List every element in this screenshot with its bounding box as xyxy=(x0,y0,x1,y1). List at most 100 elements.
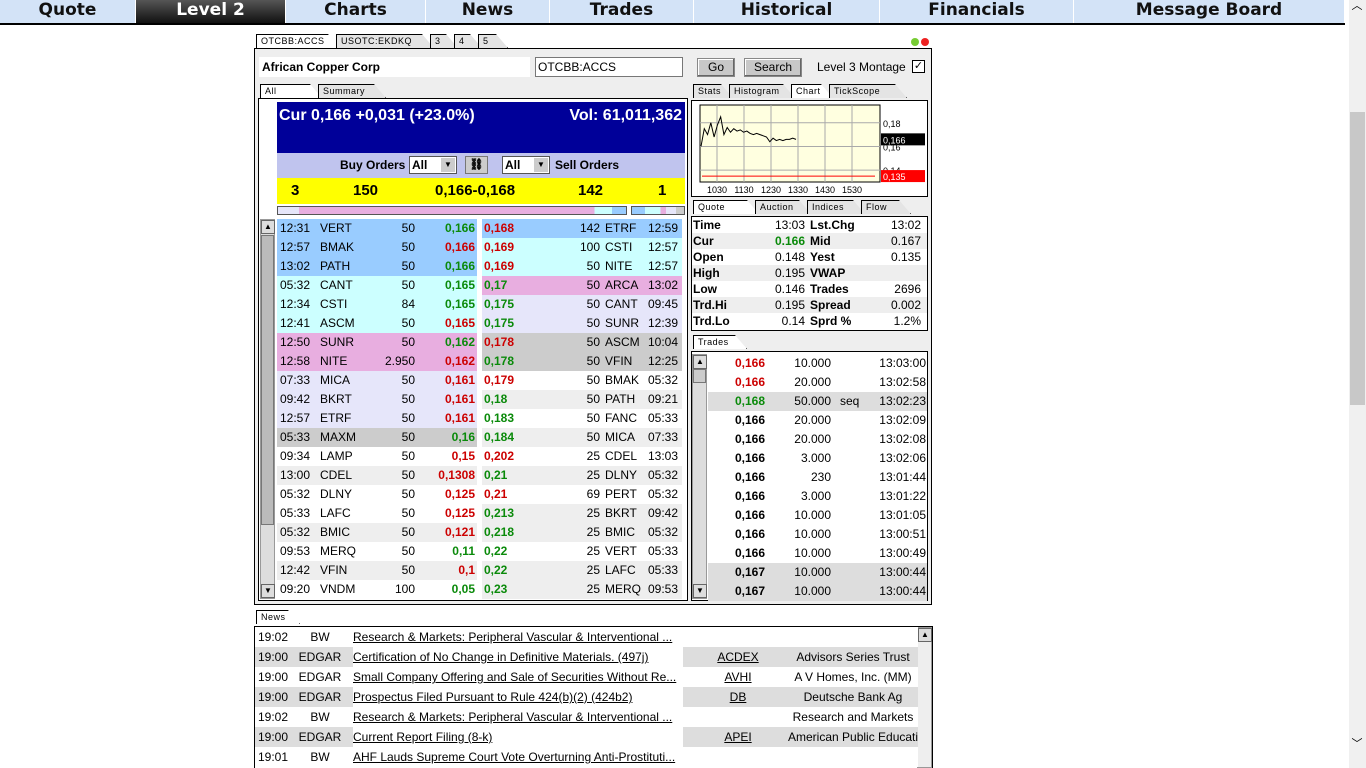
tab-tickscope[interactable]: TickScope xyxy=(829,84,907,98)
sell-order-row[interactable]: 0,202 25 CDEL 13:03 xyxy=(482,447,682,466)
news-headline-link[interactable]: Certification of No Change in Definitive… xyxy=(353,647,683,667)
news-row[interactable]: 19:02 BW Research & Markets: Peripheral … xyxy=(255,707,918,727)
buy-order-row[interactable]: 05:32 DLNY 50 0,125 xyxy=(277,485,477,504)
news-symbol-link[interactable]: APEI xyxy=(695,727,781,747)
buy-order-row[interactable]: 09:42 BKRT 50 0,161 xyxy=(277,390,477,409)
buy-order-row[interactable]: 09:34 LAMP 50 0,15 xyxy=(277,447,477,466)
sell-order-row[interactable]: 0,184 50 MICA 07:33 xyxy=(482,428,682,447)
buy-order-row[interactable]: 05:32 BMIC 50 0,121 xyxy=(277,523,477,542)
nav-tab-charts[interactable]: Charts xyxy=(286,0,426,23)
sell-order-row[interactable]: 0,169 100 CSTI 12:57 xyxy=(482,238,682,257)
level3-montage-checkbox[interactable]: ✓ xyxy=(912,60,925,73)
symbol-input[interactable] xyxy=(535,57,683,77)
chevron-down-icon[interactable]: ▼ xyxy=(441,158,455,172)
trades-scrollbar[interactable]: ▲ ▼ xyxy=(692,354,707,599)
buy-order-row[interactable]: 12:57 ETRF 50 0,161 xyxy=(277,409,477,428)
tab-4[interactable]: 4 xyxy=(454,34,482,48)
nav-tab-trades[interactable]: Trades xyxy=(550,0,694,23)
news-row[interactable]: 19:01 BW AHF Lauds Supreme Court Vote Ov… xyxy=(255,747,918,767)
sell-order-row[interactable]: 0,22 25 VERT 05:33 xyxy=(482,542,682,561)
page-scrollbar-thumb[interactable] xyxy=(1350,112,1365,405)
news-symbol-link[interactable]: ACDEX xyxy=(695,647,781,667)
news-row[interactable]: 19:02 BW Research & Markets: Peripheral … xyxy=(255,627,918,647)
news-headline-link[interactable]: Small Company Offering and Sale of Secur… xyxy=(353,667,683,687)
tab-otcbb-accs[interactable]: OTCBB:ACCS xyxy=(256,34,340,48)
sell-order-row[interactable]: 0,218 25 BMIC 05:32 xyxy=(482,523,682,542)
scroll-up-icon[interactable]: ︿ xyxy=(1350,0,1364,14)
link-icon[interactable]: ⛓ xyxy=(465,156,488,174)
tab-news[interactable]: News xyxy=(256,610,300,624)
news-headline-link[interactable]: Research & Markets: Peripheral Vascular … xyxy=(353,627,683,647)
buy-order-row[interactable]: 12:41 ASCM 50 0,165 xyxy=(277,314,477,333)
sell-order-row[interactable]: 0,18 50 PATH 09:21 xyxy=(482,390,682,409)
news-headline-link[interactable]: Prospectus Filed Pursuant to Rule 424(b)… xyxy=(353,687,683,707)
buy-order-row[interactable]: 13:02 PATH 50 0,166 xyxy=(277,257,477,276)
scroll-down-icon[interactable]: ﹀ xyxy=(1350,738,1364,752)
nav-tab-financials[interactable]: Financials xyxy=(880,0,1074,23)
sell-order-row[interactable]: 0,22 25 LAFC 05:33 xyxy=(482,561,682,580)
tab-5[interactable]: 5 xyxy=(478,34,508,48)
sell-order-row[interactable]: 0,178 50 VFIN 12:25 xyxy=(482,352,682,371)
buy-order-row[interactable]: 07:33 MICA 50 0,161 xyxy=(277,371,477,390)
sell-order-row[interactable]: 0,213 25 BKRT 09:42 xyxy=(482,504,682,523)
nav-tab-level-2[interactable]: Level 2 xyxy=(136,0,286,23)
sell-order-row[interactable]: 0,17 50 ARCA 13:02 xyxy=(482,276,682,295)
news-scrollbar[interactable]: ▲ xyxy=(917,627,932,768)
nav-tab-news[interactable]: News xyxy=(426,0,550,23)
nav-tab-message-board[interactable]: Message Board xyxy=(1074,0,1345,23)
buy-order-row[interactable]: 12:57 BMAK 50 0,166 xyxy=(277,238,477,257)
sell-order-row[interactable]: 0,21 69 PERT 05:32 xyxy=(482,485,682,504)
buy-order-row[interactable]: 12:34 CSTI 84 0,165 xyxy=(277,295,477,314)
nav-tab-quote[interactable]: Quote xyxy=(0,0,136,23)
market-maker: SUNR xyxy=(320,335,355,349)
order-book-scrollbar[interactable]: ▲ ▼ xyxy=(260,219,275,599)
sell-order-row[interactable]: 0,183 50 FANC 05:33 xyxy=(482,409,682,428)
sell-order-row[interactable]: 0,21 25 DLNY 05:32 xyxy=(482,466,682,485)
news-row[interactable]: 19:00 EDGAR Prospectus Filed Pursuant to… xyxy=(255,687,918,707)
order-size: 50 xyxy=(401,316,415,330)
sell-filter-select[interactable]: All ▼ xyxy=(502,156,550,174)
scroll-down-icon[interactable]: ▼ xyxy=(693,584,707,598)
close-red-icon[interactable] xyxy=(921,38,929,46)
buy-filter-select[interactable]: All ▼ xyxy=(409,156,457,174)
news-row[interactable]: 19:00 EDGAR Current Report Filing (8-k) … xyxy=(255,727,918,747)
sell-order-row[interactable]: 0,169 50 NITE 12:57 xyxy=(482,257,682,276)
page-scrollbar[interactable]: ︿ ﹀ xyxy=(1349,0,1366,768)
news-symbol-link[interactable]: DB xyxy=(695,687,781,707)
buy-order-row[interactable]: 05:33 LAFC 50 0,125 xyxy=(277,504,477,523)
news-row[interactable]: 19:00 EDGAR Small Company Offering and S… xyxy=(255,667,918,687)
buy-order-row[interactable]: 12:42 VFIN 50 0,1 xyxy=(277,561,477,580)
tab-3[interactable]: 3 xyxy=(430,34,458,48)
buy-order-row[interactable]: 13:00 CDEL 50 0,1308 xyxy=(277,466,477,485)
sell-order-row[interactable]: 0,179 50 BMAK 05:32 xyxy=(482,371,682,390)
sell-order-row[interactable]: 0,23 25 MERQ 09:53 xyxy=(482,580,682,599)
news-headline-link[interactable]: Research & Markets: Peripheral Vascular … xyxy=(353,707,683,727)
scroll-up-icon[interactable]: ▲ xyxy=(918,628,932,642)
tab-usotc-ekdkq[interactable]: USOTC:EKDKQ xyxy=(336,34,434,48)
sell-order-row[interactable]: 0,168 142 ETRF 12:59 xyxy=(482,219,682,238)
news-headline-link[interactable]: AHF Lauds Supreme Court Vote Overturning… xyxy=(353,747,683,767)
buy-order-row[interactable]: 09:53 MERQ 50 0,11 xyxy=(277,542,477,561)
sell-order-row[interactable]: 0,175 50 CANT 09:45 xyxy=(482,295,682,314)
scrollbar-thumb[interactable] xyxy=(693,369,706,383)
chevron-down-icon[interactable]: ▼ xyxy=(534,158,548,172)
buy-order-row[interactable]: 12:58 NITE 2.950 0,162 xyxy=(277,352,477,371)
search-button[interactable]: Search xyxy=(744,58,802,77)
scrollbar-thumb[interactable] xyxy=(261,235,274,525)
nav-tab-historical[interactable]: Historical xyxy=(694,0,880,23)
scroll-up-icon[interactable]: ▲ xyxy=(261,220,275,234)
buy-order-row[interactable]: 12:50 SUNR 50 0,162 xyxy=(277,333,477,352)
scroll-down-icon[interactable]: ▼ xyxy=(261,584,275,598)
sell-order-row[interactable]: 0,175 50 SUNR 12:39 xyxy=(482,314,682,333)
buy-order-row[interactable]: 05:33 MAXM 50 0,16 xyxy=(277,428,477,447)
buy-order-row[interactable]: 12:31 VERT 50 0,166 xyxy=(277,219,477,238)
go-button[interactable]: Go xyxy=(697,58,735,77)
scroll-up-icon[interactable]: ▲ xyxy=(693,355,707,369)
news-symbol-link[interactable]: AVHI xyxy=(695,667,781,687)
news-headline-link[interactable]: Current Report Filing (8-k) xyxy=(353,727,683,747)
buy-order-row[interactable]: 09:20 VNDM 100 0,05 xyxy=(277,580,477,599)
tab-summary[interactable]: Summary xyxy=(318,84,386,98)
buy-order-row[interactable]: 05:32 CANT 50 0,165 xyxy=(277,276,477,295)
sell-order-row[interactable]: 0,178 50 ASCM 10:04 xyxy=(482,333,682,352)
news-row[interactable]: 19:00 EDGAR Certification of No Change i… xyxy=(255,647,918,667)
